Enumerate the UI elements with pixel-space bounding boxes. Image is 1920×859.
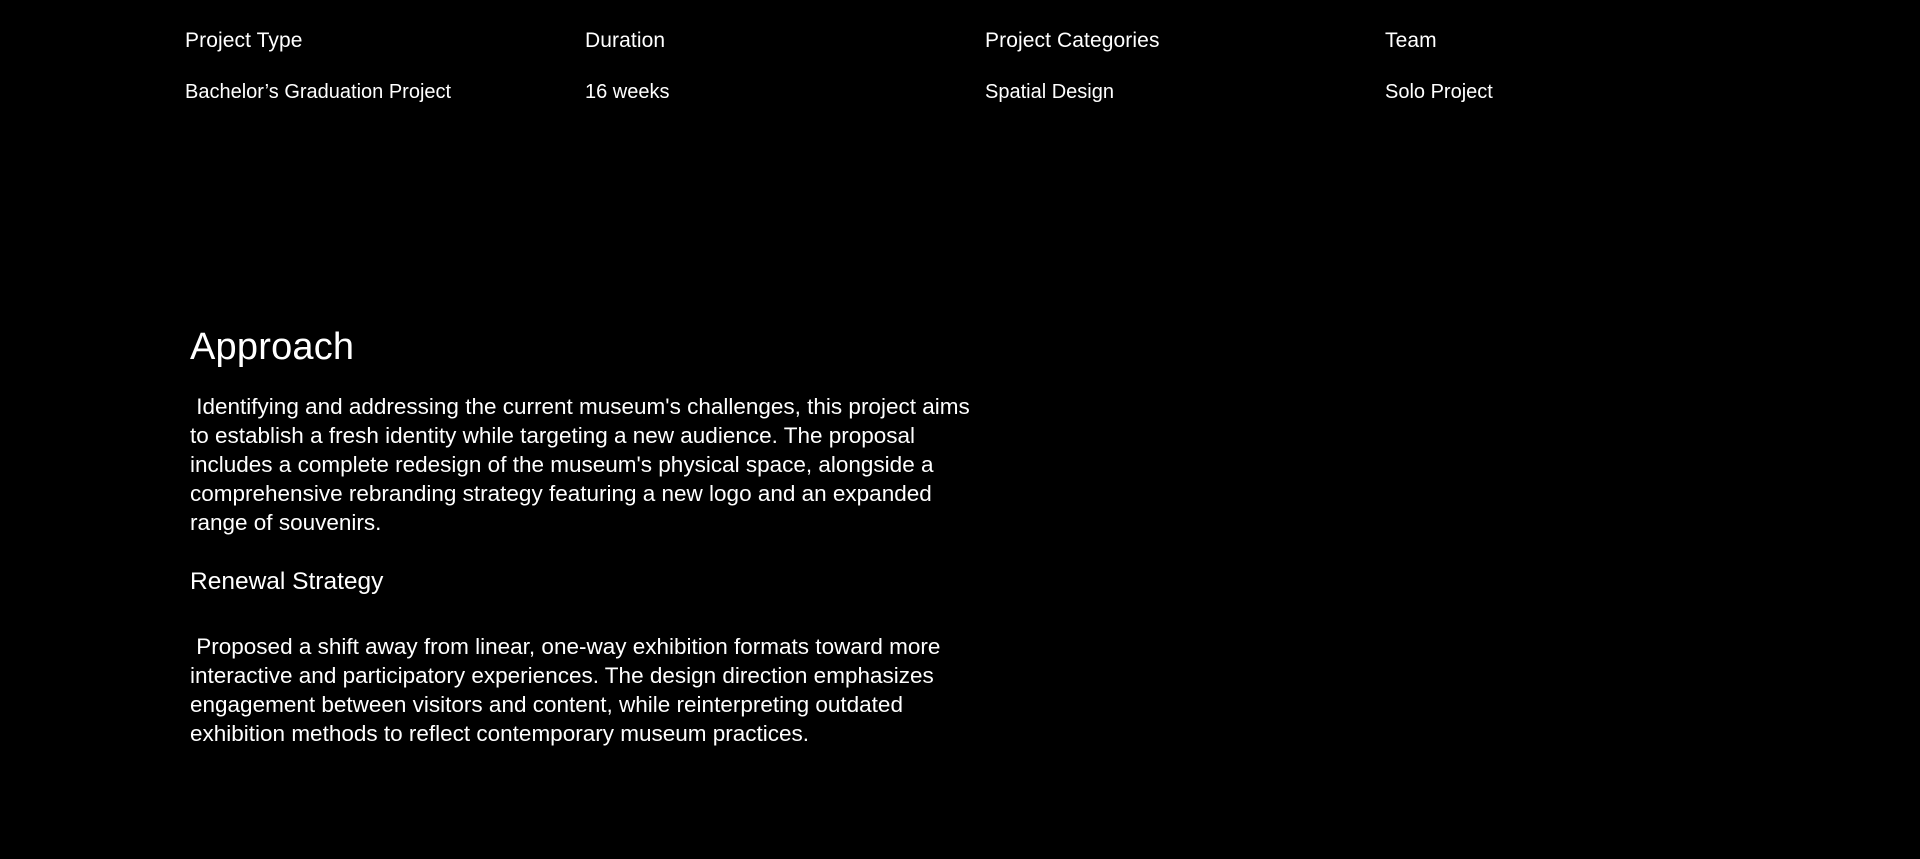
meta-team-label: Team — [1385, 29, 1437, 52]
meta-project-type-value: Bachelor’s Graduation Project — [185, 81, 452, 103]
approach-section: Approach Identifying and addressing the … — [190, 322, 1050, 748]
approach-heading: Approach — [190, 326, 355, 368]
project-details-page: Project Type Bachelor’s Graduation Proje… — [0, 0, 1920, 859]
meta-duration-label: Duration — [585, 29, 666, 52]
meta-team-value: Solo Project — [1385, 81, 1493, 103]
renewal-strategy-heading: Renewal Strategy — [190, 568, 384, 595]
meta-duration: Duration 16 weeks — [585, 26, 985, 106]
meta-project-categories-label: Project Categories — [985, 29, 1160, 52]
project-meta-row: Project Type Bachelor’s Graduation Proje… — [185, 26, 1785, 106]
renewal-strategy-paragraph: Proposed a shift away from linear, one-w… — [190, 634, 941, 746]
meta-project-type-label: Project Type — [185, 29, 303, 52]
meta-team: Team Solo Project — [1385, 26, 1785, 106]
meta-project-categories-value: Spatial Design — [985, 81, 1114, 103]
meta-project-type: Project Type Bachelor’s Graduation Proje… — [185, 26, 585, 106]
approach-paragraph: Identifying and addressing the current m… — [190, 394, 970, 535]
meta-duration-value: 16 weeks — [585, 81, 670, 103]
meta-project-categories: Project Categories Spatial Design — [985, 26, 1385, 106]
